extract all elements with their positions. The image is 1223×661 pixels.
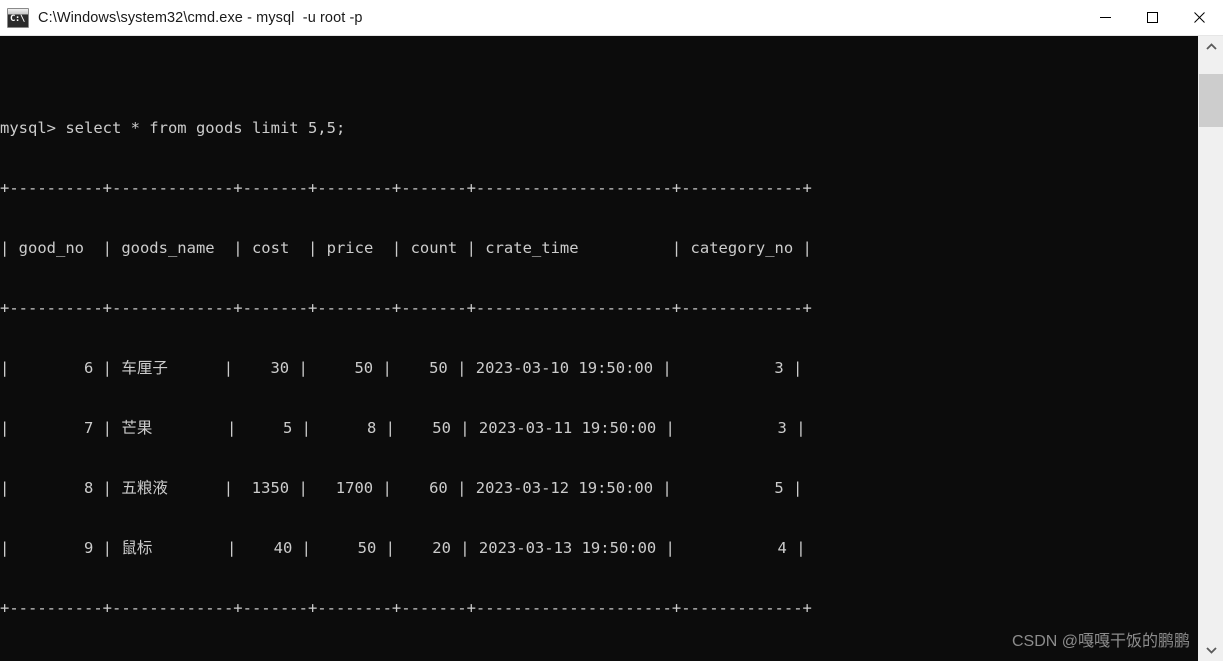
table-row: | 7 | 芒果 | 5 | 8 | 50 | 2023-03-11 19:50… (0, 419, 806, 437)
maximize-button[interactable] (1129, 0, 1176, 35)
scrollbar-track[interactable] (1199, 58, 1223, 639)
table-border-top: +----------+-------------+-------+------… (0, 179, 812, 197)
window-controls (1082, 0, 1223, 35)
cmd-console-icon: C:\ (7, 7, 29, 28)
terminal-text-block: mysql> select * from goods limit 5,5; +-… (0, 76, 1198, 661)
minimize-button[interactable] (1082, 0, 1129, 35)
chevron-down-icon[interactable] (1199, 639, 1223, 661)
command-line: mysql> select * from goods limit 5,5; (0, 119, 346, 137)
close-button[interactable] (1176, 0, 1223, 35)
title-bar[interactable]: C:\ C:\Windows\system32\cmd.exe - mysql … (0, 0, 1223, 36)
vertical-scrollbar[interactable] (1198, 36, 1223, 661)
table-row: | 9 | 鼠标 | 40 | 50 | 20 | 2023-03-13 19:… (0, 539, 806, 557)
table-row: | 8 | 五粮液 | 1350 | 1700 | 60 | 2023-03-1… (0, 479, 803, 497)
table-border-mid: +----------+-------------+-------+------… (0, 299, 812, 317)
table-border-bottom: +----------+-------------+-------+------… (0, 599, 812, 617)
cmd-window: C:\ C:\Windows\system32\cmd.exe - mysql … (0, 0, 1223, 661)
table-header-row: | good_no | goods_name | cost | price | … (0, 239, 812, 257)
terminal-output[interactable]: mysql> select * from goods limit 5,5; +-… (0, 36, 1198, 661)
console-area: mysql> select * from goods limit 5,5; +-… (0, 36, 1223, 661)
table-row: | 6 | 车厘子 | 30 | 50 | 50 | 2023-03-10 19… (0, 359, 803, 377)
icon-prompt-glyph: C:\ (10, 13, 25, 24)
window-title: C:\Windows\system32\cmd.exe - mysql -u r… (38, 9, 363, 26)
scrollbar-thumb[interactable] (1199, 74, 1223, 127)
chevron-up-icon[interactable] (1199, 36, 1223, 58)
